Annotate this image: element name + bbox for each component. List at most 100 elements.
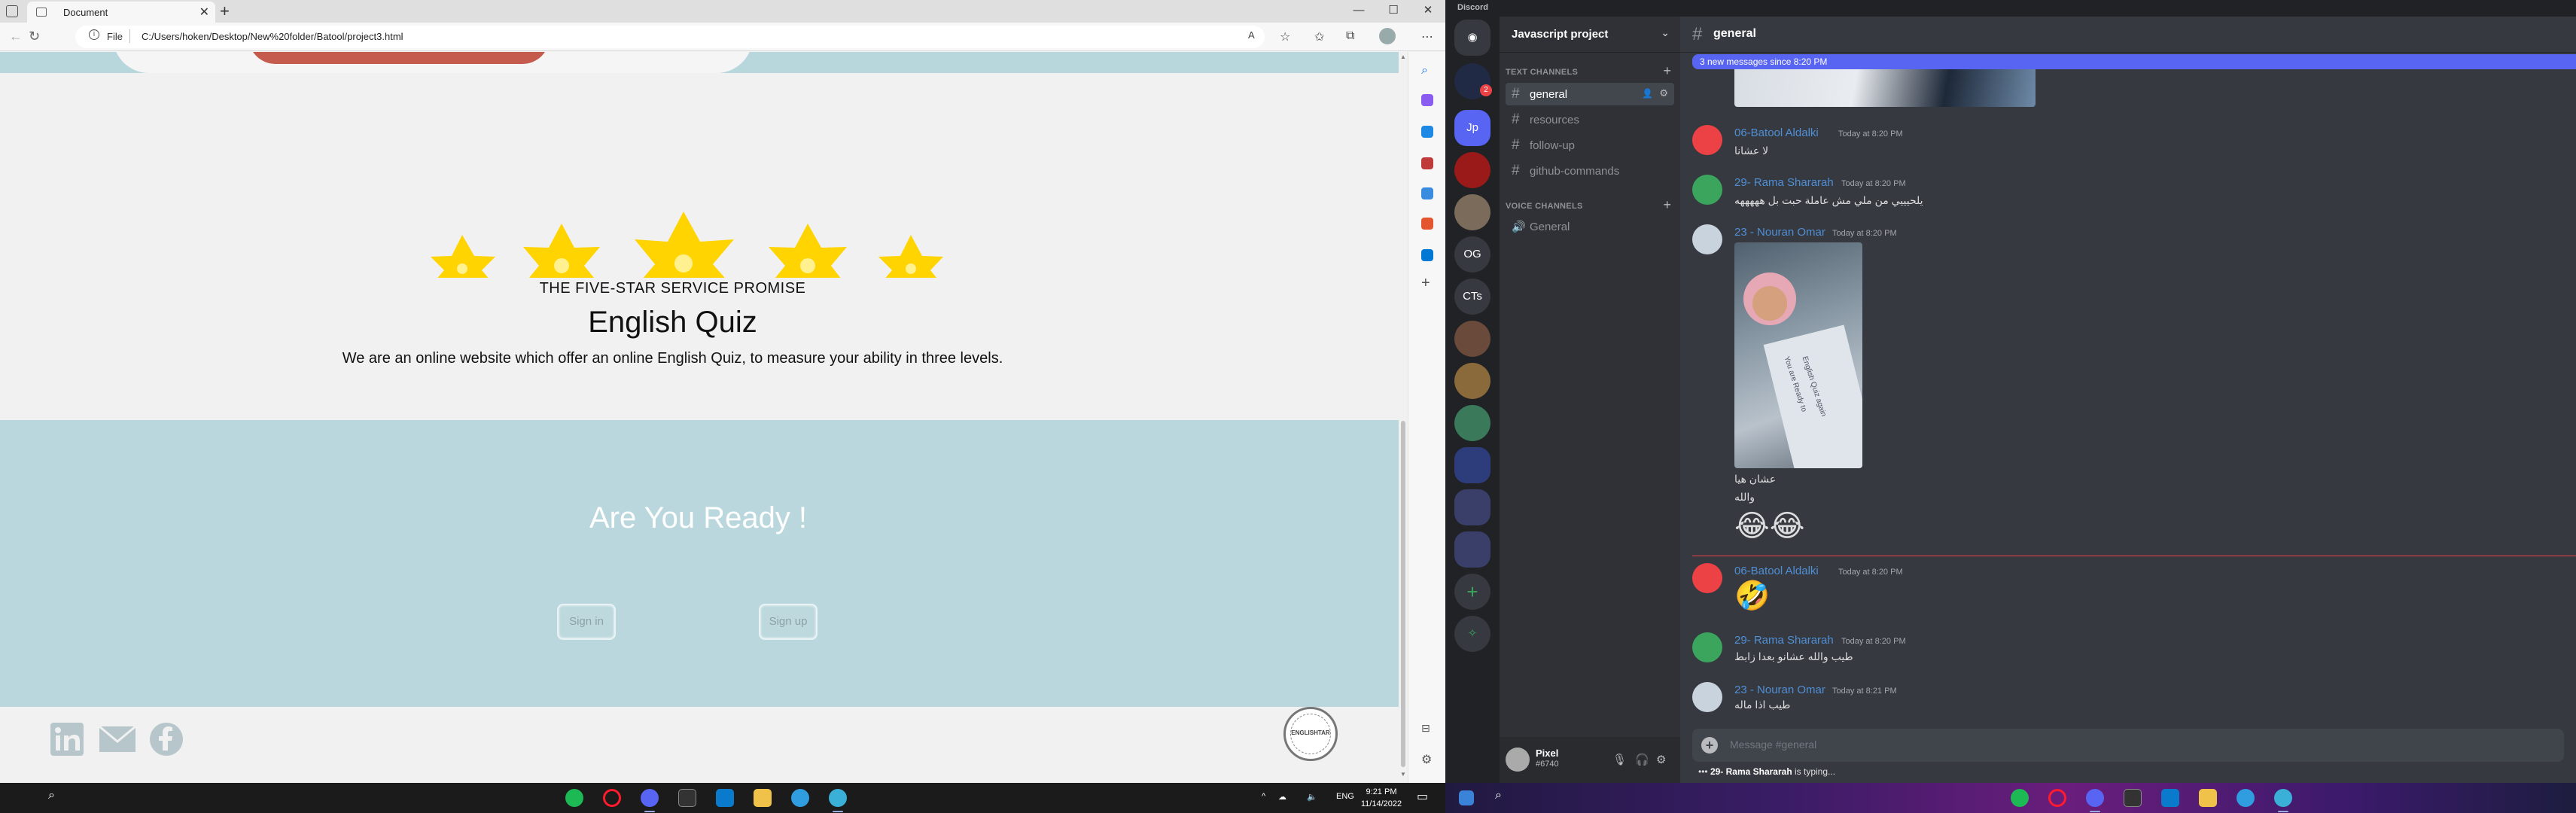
message-composer[interactable]: + Message #general [1692, 729, 2564, 762]
channel-resources[interactable]: # resources [1506, 108, 1674, 131]
message-author[interactable]: 06-Batool Aldalki [1734, 126, 1819, 139]
language-indicator[interactable]: ENG [1336, 792, 1354, 801]
address-url[interactable]: C:/Users/hoken/Desktop/New%20folder/Bato… [142, 31, 403, 42]
shopping-icon[interactable] [1421, 126, 1433, 138]
discord-taskbar-icon[interactable] [2086, 789, 2104, 812]
attached-image[interactable] [1734, 69, 2036, 107]
office-icon[interactable] [1421, 218, 1433, 230]
read-aloud-icon[interactable]: A [1248, 29, 1255, 41]
terminal-icon[interactable] [2124, 789, 2142, 807]
server-avatar[interactable] [1454, 363, 1490, 399]
search-icon[interactable]: ⌕ [1495, 789, 1502, 802]
gear-icon[interactable]: ⚙ [1659, 87, 1668, 99]
notification-icon[interactable]: ▭ [1417, 789, 1428, 804]
tray-chevron-icon[interactable]: ^ [1262, 792, 1265, 801]
message-author[interactable]: 29- Rama Shararah [1734, 176, 1834, 189]
refresh-icon[interactable]: ↻ [29, 29, 40, 44]
avatar[interactable] [1692, 125, 1722, 155]
scroll-up-icon[interactable]: ▲ [1400, 53, 1406, 60]
server-avatar[interactable] [1454, 321, 1490, 357]
tab-actions-icon[interactable] [6, 5, 18, 17]
voice-channel-general[interactable]: 🔊 General [1506, 215, 1674, 238]
add-icon[interactable]: + [1421, 275, 1433, 291]
invite-icon[interactable]: 👤 [1642, 88, 1653, 99]
scroll-down-icon[interactable]: ▼ [1400, 771, 1406, 778]
games-icon[interactable] [1421, 187, 1433, 199]
info-icon[interactable]: i [89, 29, 99, 40]
server-avatar[interactable] [1454, 405, 1490, 441]
edge-taskbar-icon[interactable] [2236, 789, 2255, 807]
channel-general[interactable]: # general 👤 ⚙ [1506, 83, 1674, 105]
server-avatar[interactable] [1454, 152, 1490, 188]
explore-icon[interactable]: ✧ [1454, 616, 1490, 652]
file-explorer-icon[interactable] [754, 789, 772, 807]
close-button[interactable]: ✕ [1411, 0, 1445, 23]
search-icon[interactable]: ⌕ [1421, 64, 1433, 77]
network-icon[interactable]: ☁ [1278, 792, 1286, 802]
attached-photo[interactable]: You are Ready to English Quiz again [1734, 242, 1862, 468]
profile-avatar[interactable] [1379, 28, 1396, 44]
edge-active-icon[interactable] [2274, 789, 2292, 812]
edge-active-icon[interactable] [829, 789, 847, 812]
voice-channels-category[interactable]: VOICE CHANNELS [1506, 202, 1583, 211]
server-javascript-project[interactable]: Jp [1454, 110, 1490, 146]
terminal-icon[interactable] [678, 789, 696, 807]
headphones-icon[interactable]: 🎧 [1635, 753, 1649, 766]
windows-start-icon[interactable] [1459, 790, 1474, 805]
minimize-button[interactable]: — [1341, 0, 1376, 23]
linkedin-icon[interactable] [50, 722, 84, 757]
opera-icon[interactable] [2048, 789, 2066, 807]
server-og[interactable]: OG [1454, 236, 1490, 273]
sidebar-layout-icon[interactable]: ⊟ [1421, 722, 1433, 734]
tools-icon[interactable] [1421, 157, 1433, 169]
message-author[interactable]: 23 - Nouran Omar [1734, 226, 1825, 239]
new-tab-button[interactable]: + [220, 2, 230, 21]
search-icon[interactable]: ⌕ [48, 789, 55, 802]
add-server-icon[interactable]: + [1454, 574, 1490, 610]
vscode-icon[interactable] [2161, 789, 2179, 807]
add-channel-icon[interactable]: + [1663, 197, 1671, 213]
avatar[interactable] [1506, 748, 1530, 772]
spotify-icon[interactable] [565, 789, 583, 807]
page-scrollbar[interactable]: ▲ ▼ [1399, 52, 1408, 783]
discord-taskbar-icon[interactable] [641, 789, 659, 812]
message-author[interactable]: 29- Rama Shararah [1734, 634, 1834, 647]
clock[interactable]: 9:21 PM 11/14/2022 [1359, 786, 1404, 810]
vscode-icon[interactable] [716, 789, 734, 807]
gear-icon[interactable]: ⚙ [1656, 753, 1666, 766]
message-author[interactable]: 23 - Nouran Omar [1734, 684, 1825, 696]
avatar[interactable] [1692, 682, 1722, 712]
maximize-button[interactable]: ☐ [1376, 0, 1411, 23]
discover-icon[interactable] [1421, 94, 1433, 106]
favorite-add-icon[interactable]: ☆ [1280, 29, 1290, 44]
spotify-icon[interactable] [2011, 789, 2029, 807]
mail-icon[interactable] [98, 722, 137, 757]
volume-icon[interactable]: 🔈 [1307, 792, 1317, 802]
favorites-icon[interactable]: ✩ [1314, 29, 1324, 44]
channel-follow-up[interactable]: # follow-up [1506, 134, 1674, 157]
server-folder[interactable] [1454, 447, 1490, 483]
tab-document[interactable]: Document ✕ [27, 2, 215, 23]
server-folder[interactable] [1454, 489, 1490, 525]
text-channels-category[interactable]: TEXT CHANNELS [1506, 68, 1578, 77]
file-explorer-icon[interactable] [2199, 789, 2217, 807]
opera-icon[interactable] [603, 789, 621, 807]
tab-close-icon[interactable]: ✕ [199, 5, 209, 20]
edge-taskbar-icon[interactable] [791, 789, 809, 807]
outlook-icon[interactable] [1421, 249, 1433, 261]
message-author[interactable]: 06-Batool Aldalki [1734, 565, 1819, 577]
back-icon[interactable]: ← [9, 29, 23, 44]
settings-icon[interactable]: ⚙ [1421, 752, 1433, 766]
collections-icon[interactable]: ⧉ [1346, 29, 1354, 43]
more-icon[interactable]: ⋯ [1421, 29, 1433, 44]
sign-in-button[interactable]: Sign in [557, 604, 616, 640]
microphone-icon[interactable]: 🎙 [1612, 753, 1627, 766]
home-discord-icon[interactable]: ◉ [1454, 20, 1490, 56]
avatar[interactable] [1692, 175, 1722, 205]
server-cts[interactable]: CTs [1454, 279, 1490, 315]
facebook-icon[interactable] [149, 722, 184, 757]
new-messages-bar[interactable]: 3 new messages since 8:20 PM [1692, 54, 2576, 69]
avatar[interactable] [1692, 224, 1722, 254]
add-channel-icon[interactable]: + [1663, 63, 1671, 79]
server-folder[interactable] [1454, 531, 1490, 568]
